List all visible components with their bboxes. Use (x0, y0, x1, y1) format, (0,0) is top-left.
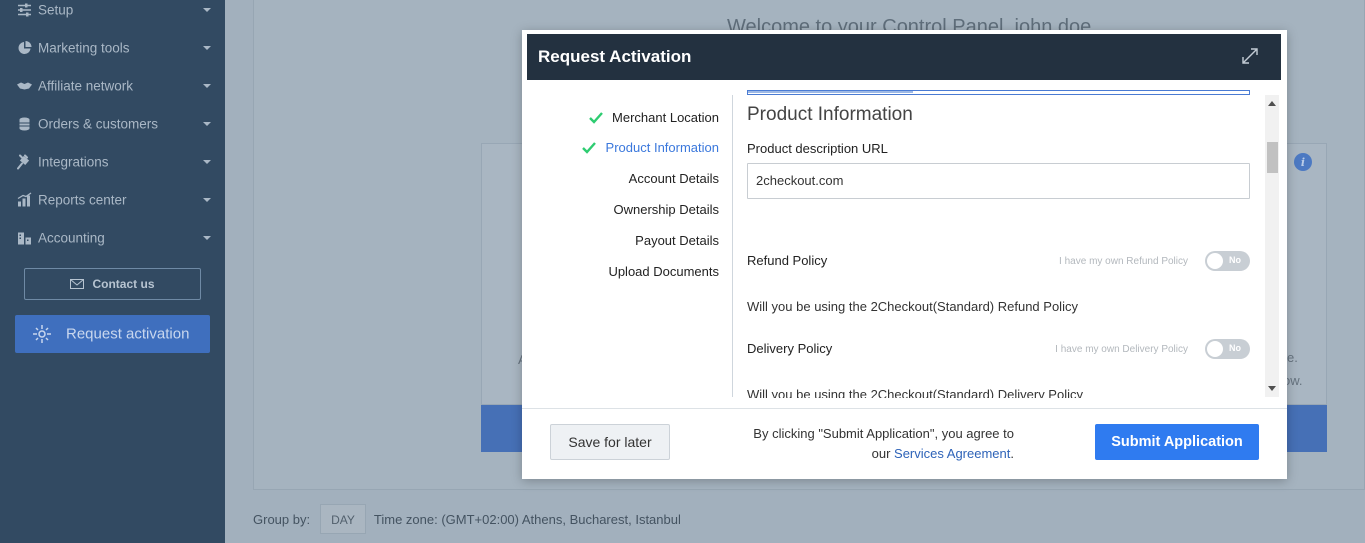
plug-icon (17, 154, 30, 170)
sidebar-item-label: Accounting (38, 230, 105, 246)
pie-chart-icon (18, 41, 32, 54)
chevron-down-icon (203, 8, 211, 12)
step-product-information[interactable]: Product Information (581, 140, 719, 155)
contact-us-button[interactable]: Contact us (24, 268, 201, 300)
step-ownership-details[interactable]: Ownership Details (614, 202, 720, 217)
toggle-state: No (1229, 343, 1241, 353)
bar-chart-icon (17, 192, 32, 207)
step-label: Payout Details (635, 233, 719, 248)
timezone-text: Time zone: (GMT+02:00) Athens, Bucharest… (373, 511, 681, 527)
sidebar-item-label: Orders & customers (38, 116, 159, 132)
modal-title: Request Activation (538, 47, 692, 66)
sidebar-item-accounting[interactable]: Accounting (0, 219, 225, 257)
toggle-knob (1207, 253, 1223, 269)
delivery-policy-question: Will you be using the 2Checkout(Standard… (747, 387, 1083, 398)
request-activation-label: Request activation (66, 325, 190, 343)
refund-policy-label: Refund Policy (747, 253, 828, 268)
handshake-icon (17, 82, 32, 90)
section-title: Product Information (747, 104, 913, 125)
delivery-policy-label: Delivery Policy (747, 341, 833, 356)
modal-scrollbar[interactable] (1265, 95, 1279, 397)
agreement-text: By clicking "Submit Application", you ag… (722, 424, 1014, 464)
accounting-icon (18, 232, 31, 245)
step-payout-details[interactable]: Payout Details (635, 233, 719, 248)
chevron-down-icon (203, 46, 211, 50)
product-url-input[interactable]: 2checkout.com (747, 163, 1250, 199)
sliders-icon (18, 3, 31, 17)
form-area: Product Information Product description … (747, 88, 1250, 398)
step-label: Upload Documents (608, 264, 719, 279)
step-merchant-location[interactable]: Merchant Location (589, 110, 719, 125)
request-activation-modal: Request Activation Merchant Location Pro… (522, 30, 1287, 479)
sidebar-item-orders-customers[interactable]: Orders & customers (0, 105, 225, 143)
card-text-fragment: e. (1287, 350, 1298, 365)
delivery-policy-toggle[interactable]: No (1205, 339, 1250, 359)
scroll-down-icon[interactable] (1268, 386, 1276, 391)
refund-policy-hint: I have my own Refund Policy (1059, 256, 1188, 267)
mail-icon (70, 279, 85, 289)
sun-icon (33, 325, 51, 343)
scroll-thumb[interactable] (1267, 142, 1278, 173)
sidebar: Setup Marketing tools Affiliate network … (0, 0, 225, 543)
sidebar-item-reports-center[interactable]: Reports center (0, 181, 225, 219)
expand-icon[interactable] (1241, 47, 1259, 65)
step-label: Ownership Details (613, 202, 720, 217)
step-label: Account Details (628, 171, 719, 186)
submit-application-button[interactable]: Submit Application (1095, 424, 1259, 460)
chevron-down-icon (203, 84, 211, 88)
delivery-policy-hint: I have my own Delivery Policy (1055, 344, 1188, 355)
sidebar-item-setup[interactable]: Setup (0, 0, 225, 29)
scroll-up-icon[interactable] (1268, 101, 1276, 106)
save-for-later-button[interactable]: Save for later (550, 424, 670, 460)
group-by-select[interactable]: DAY (320, 504, 366, 534)
chevron-down-icon (203, 236, 211, 240)
toggle-state: No (1229, 255, 1241, 265)
step-upload-documents[interactable]: Upload Documents (608, 264, 719, 279)
sidebar-item-label: Reports center (38, 192, 127, 208)
step-account-details[interactable]: Account Details (629, 171, 719, 186)
sidebar-item-label: Setup (38, 2, 74, 18)
agreement-prefix: our (871, 446, 891, 461)
group-by-bar: Group by: DAY Time zone: (GMT+02:00) Ath… (253, 504, 681, 534)
services-agreement-link[interactable]: Services Agreement (894, 446, 1010, 461)
divider (732, 95, 733, 397)
sidebar-item-label: Affiliate network (38, 78, 134, 94)
step-label: Product Information (605, 140, 719, 155)
product-url-label: Product description URL (747, 141, 888, 156)
group-by-label: Group by: (253, 511, 311, 527)
refund-policy-toggle[interactable]: No (1205, 251, 1250, 271)
sidebar-item-marketing-tools[interactable]: Marketing tools (0, 29, 225, 67)
sidebar-item-label: Marketing tools (38, 40, 130, 56)
request-activation-button[interactable]: Request activation (15, 315, 210, 353)
chevron-down-icon (203, 122, 211, 126)
sidebar-item-affiliate-network[interactable]: Affiliate network (0, 67, 225, 105)
agreement-line: By clicking "Submit Application", you ag… (753, 426, 1014, 441)
chevron-down-icon (203, 198, 211, 202)
sidebar-item-label: Integrations (38, 154, 109, 170)
step-label: Merchant Location (612, 110, 719, 125)
info-icon[interactable]: i (1294, 153, 1312, 171)
sidebar-item-integrations[interactable]: Integrations (0, 143, 225, 181)
agreement-suffix: . (1010, 446, 1014, 461)
check-icon (589, 112, 603, 124)
chevron-down-icon (203, 160, 211, 164)
refund-policy-question: Will you be using the 2Checkout(Standard… (747, 299, 1078, 314)
progress-bar (747, 90, 1250, 95)
check-icon (581, 142, 596, 154)
modal-header: Request Activation (527, 34, 1281, 80)
modal-footer: Save for later By clicking "Submit Appli… (522, 408, 1287, 479)
database-icon (19, 117, 30, 131)
contact-us-label: Contact us (92, 277, 155, 291)
toggle-knob (1207, 341, 1223, 357)
